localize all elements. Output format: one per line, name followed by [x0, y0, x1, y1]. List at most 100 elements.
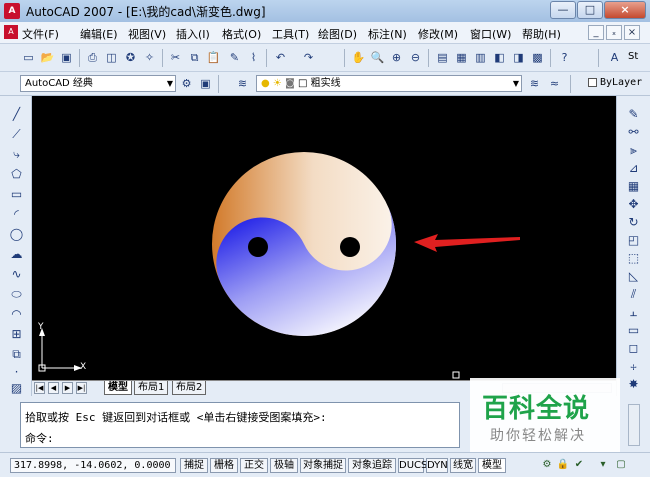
mirror-icon[interactable]: ⫸ — [625, 142, 642, 159]
xline-icon[interactable]: ⟋ — [8, 126, 25, 143]
plot-icon[interactable]: ✧ — [141, 49, 158, 66]
minimize-button[interactable]: — — [550, 1, 576, 19]
properties-icon[interactable]: ▤ — [434, 49, 451, 66]
zoom-realtime-icon[interactable]: 🔍 — [369, 49, 386, 66]
move-icon[interactable]: ✥ — [625, 196, 642, 213]
dyn-toggle[interactable]: DYN — [426, 458, 448, 473]
polygon-icon[interactable]: ⬠ — [8, 166, 25, 183]
ortho-toggle[interactable]: 正交 — [240, 458, 268, 473]
close-button[interactable]: × — [604, 1, 646, 19]
layer-select[interactable]: ● ☀ ◙ □ 粗实线 ▼ — [256, 75, 522, 92]
menu-file[interactable]: 文件(F) — [22, 26, 59, 42]
fillet-icon[interactable]: ⧾ — [625, 358, 642, 375]
menu-format[interactable]: 格式(O) — [222, 26, 261, 42]
lineweight-toggle[interactable]: 线宽 — [450, 458, 476, 473]
copy-object-icon[interactable]: ⚯ — [625, 124, 642, 141]
grip-handle[interactable] — [452, 371, 460, 379]
model-toggle[interactable]: 模型 — [478, 458, 506, 473]
ducs-toggle[interactable]: DUCS — [398, 458, 427, 473]
arc-icon[interactable]: ◜ — [8, 206, 25, 223]
color-select[interactable]: ByLayer — [600, 77, 642, 88]
menu-help[interactable]: 帮助(H) — [522, 26, 561, 42]
stretch-icon[interactable]: ⬚ — [625, 250, 642, 267]
print-icon[interactable]: ⎙ — [84, 49, 101, 66]
color-swatch-icon[interactable] — [588, 78, 597, 87]
autocad-logo-icon[interactable]: A — [4, 3, 20, 19]
menu-modify[interactable]: 修改(M) — [418, 26, 458, 42]
trim-icon[interactable]: ◺ — [625, 268, 642, 285]
undo-icon[interactable]: ↶ — [272, 49, 289, 66]
redo-icon[interactable]: ↷ — [300, 49, 317, 66]
prev-tab-button[interactable]: ◀ — [48, 382, 59, 394]
zoom-window-icon[interactable]: ⊕ — [388, 49, 405, 66]
text-style-icon[interactable]: A — [606, 49, 623, 66]
markup-icon[interactable]: ◨ — [510, 49, 527, 66]
workspace-settings-icon[interactable]: ⚙ — [178, 75, 195, 92]
cut-icon[interactable]: ✂ — [167, 49, 184, 66]
drawing-canvas[interactable]: Y X — [32, 96, 616, 380]
otrack-toggle[interactable]: 对象追踪 — [348, 458, 396, 473]
mdi-close-button[interactable]: × — [624, 25, 640, 40]
ellipse-arc-icon[interactable]: ◠ — [8, 306, 25, 323]
make-layer-current-icon[interactable]: ≋ — [526, 75, 543, 92]
layer-manager-icon[interactable]: ≋ — [234, 75, 251, 92]
paste-icon[interactable]: 📋 — [205, 49, 222, 66]
new-icon[interactable]: ▭ — [20, 49, 37, 66]
workspace-select[interactable]: AutoCAD 经典 ▼ — [20, 75, 176, 92]
coordinate-readout[interactable]: 317.8998, -14.0602, 0.0000 — [10, 458, 176, 473]
open-icon[interactable]: 📂 — [39, 49, 56, 66]
rectangle-icon[interactable]: ▭ — [8, 186, 25, 203]
grid-toggle[interactable]: 栅格 — [210, 458, 238, 473]
design-center-icon[interactable]: ▦ — [453, 49, 470, 66]
ellipse-icon[interactable]: ⬭ — [8, 286, 25, 303]
menu-view[interactable]: 视图(V) — [128, 26, 166, 42]
rotate-icon[interactable]: ↻ — [625, 214, 642, 231]
tool-palettes-icon[interactable]: ▥ — [472, 49, 489, 66]
document-icon[interactable]: A — [4, 25, 18, 39]
lock-icon[interactable]: 🔒 — [556, 458, 570, 472]
maximize-button[interactable]: □ — [577, 1, 603, 19]
erase-icon[interactable]: ✎ — [625, 106, 642, 123]
brush-icon[interactable]: ⌇ — [245, 49, 262, 66]
extend-icon[interactable]: ⫽ — [625, 286, 642, 303]
join-icon[interactable]: ▭ — [625, 322, 642, 339]
communication-icon[interactable]: ✔ — [572, 458, 586, 472]
menu-dimension[interactable]: 标注(N) — [368, 26, 407, 42]
polyline-icon[interactable]: ⤷ — [8, 146, 25, 163]
next-tab-button[interactable]: ▶ — [62, 382, 73, 394]
calculator-icon[interactable]: ▩ — [529, 49, 546, 66]
array-icon[interactable]: ▦ — [625, 178, 642, 195]
first-tab-button[interactable]: |◀ — [34, 382, 45, 394]
explode-icon[interactable]: ✸ — [625, 376, 642, 393]
preview-icon[interactable]: ◫ — [103, 49, 120, 66]
tab-layout1[interactable]: 布局1 — [134, 381, 169, 395]
tab-layout2[interactable]: 布局2 — [172, 381, 207, 395]
mdi-restore-button[interactable]: ₓ — [606, 25, 622, 40]
yin-yang-hatch[interactable] — [201, 152, 426, 366]
copy-icon[interactable]: ⧉ — [186, 49, 203, 66]
clean-screen-icon[interactable]: ▢ — [614, 458, 628, 472]
command-scrollbar[interactable] — [628, 404, 640, 446]
snap-toggle[interactable]: 捕捉 — [180, 458, 208, 473]
insert-block-icon[interactable]: ⊞ — [8, 326, 25, 343]
save-icon[interactable]: ▣ — [58, 49, 75, 66]
circle-icon[interactable]: ◯ — [8, 226, 25, 243]
chamfer-icon[interactable]: ◻ — [625, 340, 642, 357]
command-prompt[interactable]: 命令: — [25, 430, 54, 446]
zoom-prev-icon[interactable]: ⊖ — [407, 49, 424, 66]
osnap-toggle[interactable]: 对象捕捉 — [300, 458, 346, 473]
command-history[interactable]: 拾取或按 Esc 键返回到对话框或 <单击右键接受图案填充>: 命令: — [20, 402, 460, 448]
last-tab-button[interactable]: ▶| — [76, 382, 87, 394]
polar-toggle[interactable]: 极轴 — [270, 458, 298, 473]
help-icon[interactable]: ? — [556, 49, 573, 66]
workspace-save-icon[interactable]: ▣ — [197, 75, 214, 92]
layer-previous-icon[interactable]: ≈ — [546, 75, 563, 92]
tray-menu-chevron-icon[interactable]: ▾ — [596, 458, 610, 472]
scale-icon[interactable]: ◰ — [625, 232, 642, 249]
make-block-icon[interactable]: ⧉ — [8, 346, 25, 363]
matchprop-icon[interactable]: ✎ — [226, 49, 243, 66]
point-icon[interactable]: · — [8, 364, 25, 381]
spline-icon[interactable]: ∿ — [8, 266, 25, 283]
menu-window[interactable]: 窗口(W) — [470, 26, 511, 42]
offset-icon[interactable]: ⊿ — [625, 160, 642, 177]
